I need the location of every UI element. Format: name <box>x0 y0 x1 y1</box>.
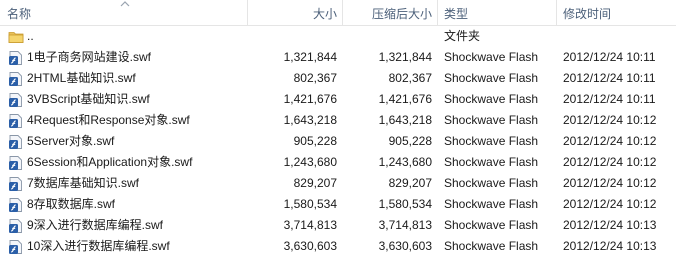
file-row[interactable]: 10深入进行数据库编程.swf 3,630,603 3,630,603 Shockwa… <box>0 236 676 257</box>
file-row[interactable]: 1电子商务网站建设.swf 1,321,844 1,321,844 Shockwave… <box>0 47 676 68</box>
file-row[interactable]: 9深入进行数据库编程.swf 3,714,813 3,714,813 Shockwav… <box>0 215 676 236</box>
flash-file-icon <box>9 114 22 128</box>
column-header-name[interactable]: 名称 <box>7 0 31 25</box>
file-modified: 2012/12/24 10:12 <box>563 176 657 190</box>
flash-file-icon <box>9 240 22 254</box>
file-type: 文件夹 <box>444 29 481 43</box>
file-modified: 2012/12/24 10:13 <box>563 218 657 232</box>
file-size: 3,630,603 <box>283 239 337 253</box>
column-header-type[interactable]: 类型 <box>444 0 468 25</box>
parent-folder-row[interactable]: .. 文件夹 <box>0 26 676 47</box>
file-compressed-size: 1,421,676 <box>378 92 432 106</box>
file-modified: 2012/12/24 10:13 <box>563 239 657 253</box>
file-type: Shockwave Flash <box>444 134 539 148</box>
file-compressed-size: 1,580,534 <box>378 197 432 211</box>
file-modified: 2012/12/24 10:12 <box>563 134 657 148</box>
column-divider[interactable] <box>556 0 557 25</box>
file-compressed-size: 905,228 <box>388 134 432 148</box>
column-header-size[interactable]: 大小 <box>260 0 337 25</box>
column-divider[interactable] <box>437 0 438 25</box>
file-size: 829,207 <box>293 176 337 190</box>
flash-file-icon <box>9 93 22 107</box>
file-modified: 2012/12/24 10:12 <box>563 113 657 127</box>
folder-icon <box>8 32 24 43</box>
file-name: 9深入进行数据库编程.swf <box>27 218 164 232</box>
file-name: .. <box>27 29 34 43</box>
file-type: Shockwave Flash <box>444 92 539 106</box>
file-name: 5Server对象.swf <box>27 134 115 148</box>
flash-file-icon <box>9 51 22 65</box>
file-size: 905,228 <box>293 134 337 148</box>
file-name: 3VBScript基础知识.swf <box>27 92 150 106</box>
file-type: Shockwave Flash <box>444 176 539 190</box>
file-name: 8存取数据库.swf <box>27 197 116 211</box>
file-size: 1,243,680 <box>283 155 337 169</box>
file-name: 1电子商务网站建设.swf <box>27 50 152 64</box>
file-type: Shockwave Flash <box>444 71 539 85</box>
file-row[interactable]: 5Server对象.swf 905,228 905,228 Shockwave Fla… <box>0 131 676 152</box>
column-header-compressed-size[interactable]: 压缩后大小 <box>343 0 432 25</box>
file-modified: 2012/12/24 10:12 <box>563 155 657 169</box>
column-header-modified[interactable]: 修改时间 <box>563 0 611 25</box>
file-row[interactable]: 4Request和Response对象.swf 1,643,218 1,643,21… <box>0 110 676 131</box>
column-header-bar: 名称 大小 压缩后大小 类型 修改时间 <box>0 0 676 26</box>
file-row[interactable]: 3VBScript基础知识.swf 1,421,676 1,421,676 Shock… <box>0 89 676 110</box>
file-size: 1,421,676 <box>283 92 337 106</box>
file-size: 1,321,844 <box>283 50 337 64</box>
file-name: 2HTML基础知识.swf <box>27 71 136 85</box>
file-compressed-size: 829,207 <box>388 176 432 190</box>
file-name: 4Request和Response对象.swf <box>27 113 190 127</box>
file-row[interactable]: 7数据库基础知识.swf 829,207 829,207 Shockwave Flas… <box>0 173 676 194</box>
file-name: 7数据库基础知识.swf <box>27 176 140 190</box>
file-type: Shockwave Flash <box>444 197 539 211</box>
file-modified: 2012/12/24 10:11 <box>563 71 656 85</box>
flash-file-icon <box>9 156 22 170</box>
file-compressed-size: 3,630,603 <box>378 239 432 253</box>
file-row[interactable]: 6Session和Application对象.swf 1,243,680 1,243… <box>0 152 676 173</box>
column-divider[interactable] <box>247 0 248 25</box>
file-row[interactable]: 8存取数据库.swf 1,580,534 1,580,534 Shockwave Fl… <box>0 194 676 215</box>
file-modified: 2012/12/24 10:12 <box>563 197 657 211</box>
flash-file-icon <box>9 177 22 191</box>
file-type: Shockwave Flash <box>444 113 539 127</box>
file-compressed-size: 3,714,813 <box>378 218 432 232</box>
file-size: 1,643,218 <box>283 113 337 127</box>
file-type: Shockwave Flash <box>444 218 539 232</box>
flash-file-icon <box>9 72 22 86</box>
sort-ascending-icon[interactable] <box>120 0 130 7</box>
file-compressed-size: 1,643,218 <box>378 113 432 127</box>
file-size: 3,714,813 <box>283 218 337 232</box>
file-modified: 2012/12/24 10:11 <box>563 92 656 106</box>
file-type: Shockwave Flash <box>444 239 539 253</box>
file-compressed-size: 1,321,844 <box>378 50 432 64</box>
file-row[interactable]: 2HTML基础知识.swf 802,367 802,367 Shockwave Fla… <box>0 68 676 89</box>
file-size: 802,367 <box>293 71 337 85</box>
file-compressed-size: 802,367 <box>388 71 432 85</box>
file-type: Shockwave Flash <box>444 50 539 64</box>
file-type: Shockwave Flash <box>444 155 539 169</box>
file-modified: 2012/12/24 10:11 <box>563 50 656 64</box>
file-name: 10深入进行数据库编程.swf <box>27 239 170 253</box>
file-compressed-size: 1,243,680 <box>378 155 432 169</box>
flash-file-icon <box>9 135 22 149</box>
file-size: 1,580,534 <box>283 197 337 211</box>
flash-file-icon <box>9 219 22 233</box>
file-name: 6Session和Application对象.swf <box>27 155 193 169</box>
flash-file-icon <box>9 198 22 212</box>
